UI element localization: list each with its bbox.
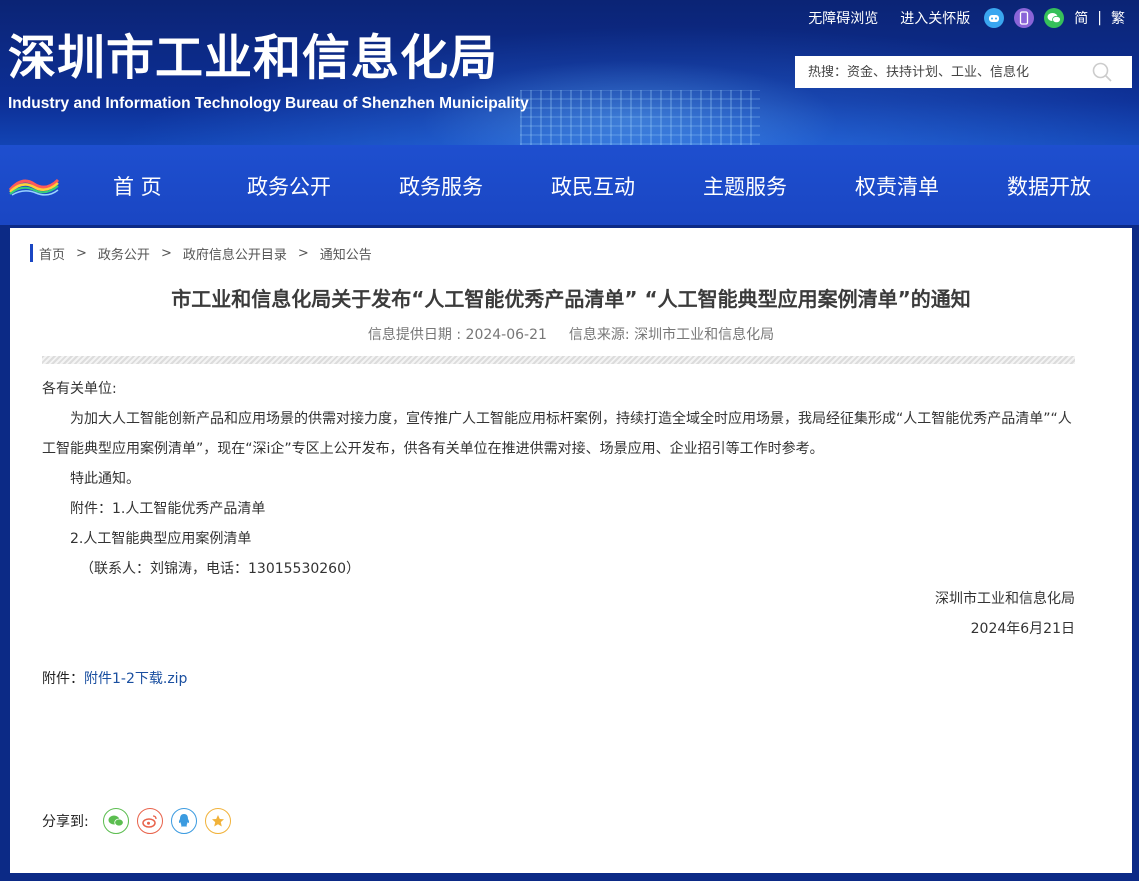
site-subtitle: Industry and Information Technology Bure… bbox=[8, 95, 529, 112]
sign-date: 2024年6月21日 bbox=[970, 621, 1075, 637]
article-source: 信息来源: 深圳市工业和信息化局 bbox=[568, 327, 775, 343]
mobile-icon[interactable] bbox=[1014, 8, 1035, 28]
lang-separator: | bbox=[1097, 10, 1102, 26]
attachments-label: 附件： bbox=[42, 671, 84, 687]
nav-item-home[interactable]: 首 页 bbox=[113, 171, 162, 201]
search-box bbox=[795, 56, 1132, 88]
breadcrumb-separator: > bbox=[76, 245, 87, 261]
share-wechat-icon[interactable] bbox=[102, 808, 129, 834]
share-label: 分享到: bbox=[42, 814, 89, 830]
title-divider bbox=[42, 356, 1075, 364]
breadcrumb-item-info-catalog[interactable]: 政府信息公开目录 bbox=[183, 244, 287, 263]
nav-item-government-services[interactable]: 政务服务 bbox=[399, 171, 483, 201]
search-input[interactable] bbox=[808, 64, 1088, 80]
article-meta: 信息提供日期 : 2024-06-21 信息来源: 深圳市工业和信息化局 bbox=[10, 324, 1132, 344]
breadcrumb-item-notices[interactable]: 通知公告 bbox=[320, 244, 372, 263]
top-links: 无障碍浏览 进入关怀版 简 | 繁 bbox=[808, 8, 1125, 28]
breadcrumb-item-government-affairs[interactable]: 政务公开 bbox=[98, 244, 150, 263]
nav-item-open-data[interactable]: 数据开放 bbox=[1007, 171, 1091, 201]
contact-line: （联系人：刘锦涛，电话：13015530260） bbox=[80, 561, 360, 577]
accessibility-link[interactable]: 无障碍浏览 bbox=[808, 8, 878, 28]
article-paragraph: 为加大人工智能创新产品和应用场景的供需对接力度，宣传推广人工智能应用标杆案例，持… bbox=[42, 411, 1072, 457]
breadcrumb-separator: > bbox=[160, 245, 172, 261]
attachment-line-2: 2.人工智能典型应用案例清单 bbox=[70, 531, 252, 547]
breadcrumb-item-home[interactable]: 首页 bbox=[39, 244, 65, 263]
nav-item-responsibility-list[interactable]: 权责清单 bbox=[855, 171, 939, 201]
breadcrumb: 首页 > 政务公开 > 政府信息公开目录 > 通知公告 bbox=[30, 244, 372, 263]
share-qq-icon[interactable] bbox=[170, 808, 197, 834]
notice-line: 特此通知。 bbox=[70, 471, 140, 487]
site-header: 深圳市工业和信息化局 Industry and Information Tech… bbox=[0, 0, 1139, 145]
breadcrumb-separator: > bbox=[297, 245, 309, 261]
nav-item-theme-services[interactable]: 主题服务 bbox=[703, 171, 787, 201]
shenzhen-logo-icon[interactable] bbox=[8, 172, 60, 196]
main-nav: 首 页 政务公开 政务服务 政民互动 主题服务 权责清单 数据开放 bbox=[0, 145, 1139, 225]
share-weibo-icon[interactable] bbox=[136, 808, 163, 834]
elderly-mode-link[interactable]: 进入关怀版 bbox=[900, 8, 970, 28]
article-date: 信息提供日期 : 2024-06-21 bbox=[367, 327, 547, 343]
nav-item-interaction[interactable]: 政民互动 bbox=[551, 171, 635, 201]
share-bar: 分享到: bbox=[42, 808, 231, 834]
salutation: 各有关单位: bbox=[42, 381, 117, 397]
site-title: 深圳市工业和信息化局 bbox=[8, 30, 499, 86]
traditional-chinese-link[interactable]: 繁 bbox=[1111, 8, 1125, 28]
wechat-icon[interactable] bbox=[1044, 8, 1065, 28]
signature: 深圳市工业和信息化局 bbox=[935, 591, 1075, 607]
simplified-chinese-link[interactable]: 简 bbox=[1074, 8, 1088, 28]
article-body: 各有关单位: 为加大人工智能创新产品和应用场景的供需对接力度，宣传推广人工智能应… bbox=[42, 374, 1077, 644]
share-favorite-icon[interactable] bbox=[204, 808, 231, 834]
attachment-download-link[interactable]: 附件1-2下载.zip bbox=[84, 671, 187, 687]
article-panel: 首页 > 政务公开 > 政府信息公开目录 > 通知公告 市工业和信息化局关于发布… bbox=[10, 228, 1132, 873]
article-title: 市工业和信息化局关于发布“人工智能优秀产品清单” “人工智能典型应用案例清单”的… bbox=[171, 287, 971, 311]
robot-icon[interactable] bbox=[984, 8, 1005, 28]
attachments: 附件：附件1-2下载.zip bbox=[42, 668, 187, 688]
nav-item-government-affairs[interactable]: 政务公开 bbox=[247, 171, 331, 201]
search-icon[interactable] bbox=[1092, 62, 1112, 82]
attachment-line-1: 附件：1.人工智能优秀产品清单 bbox=[70, 501, 266, 517]
header-dots-decoration bbox=[520, 90, 760, 145]
